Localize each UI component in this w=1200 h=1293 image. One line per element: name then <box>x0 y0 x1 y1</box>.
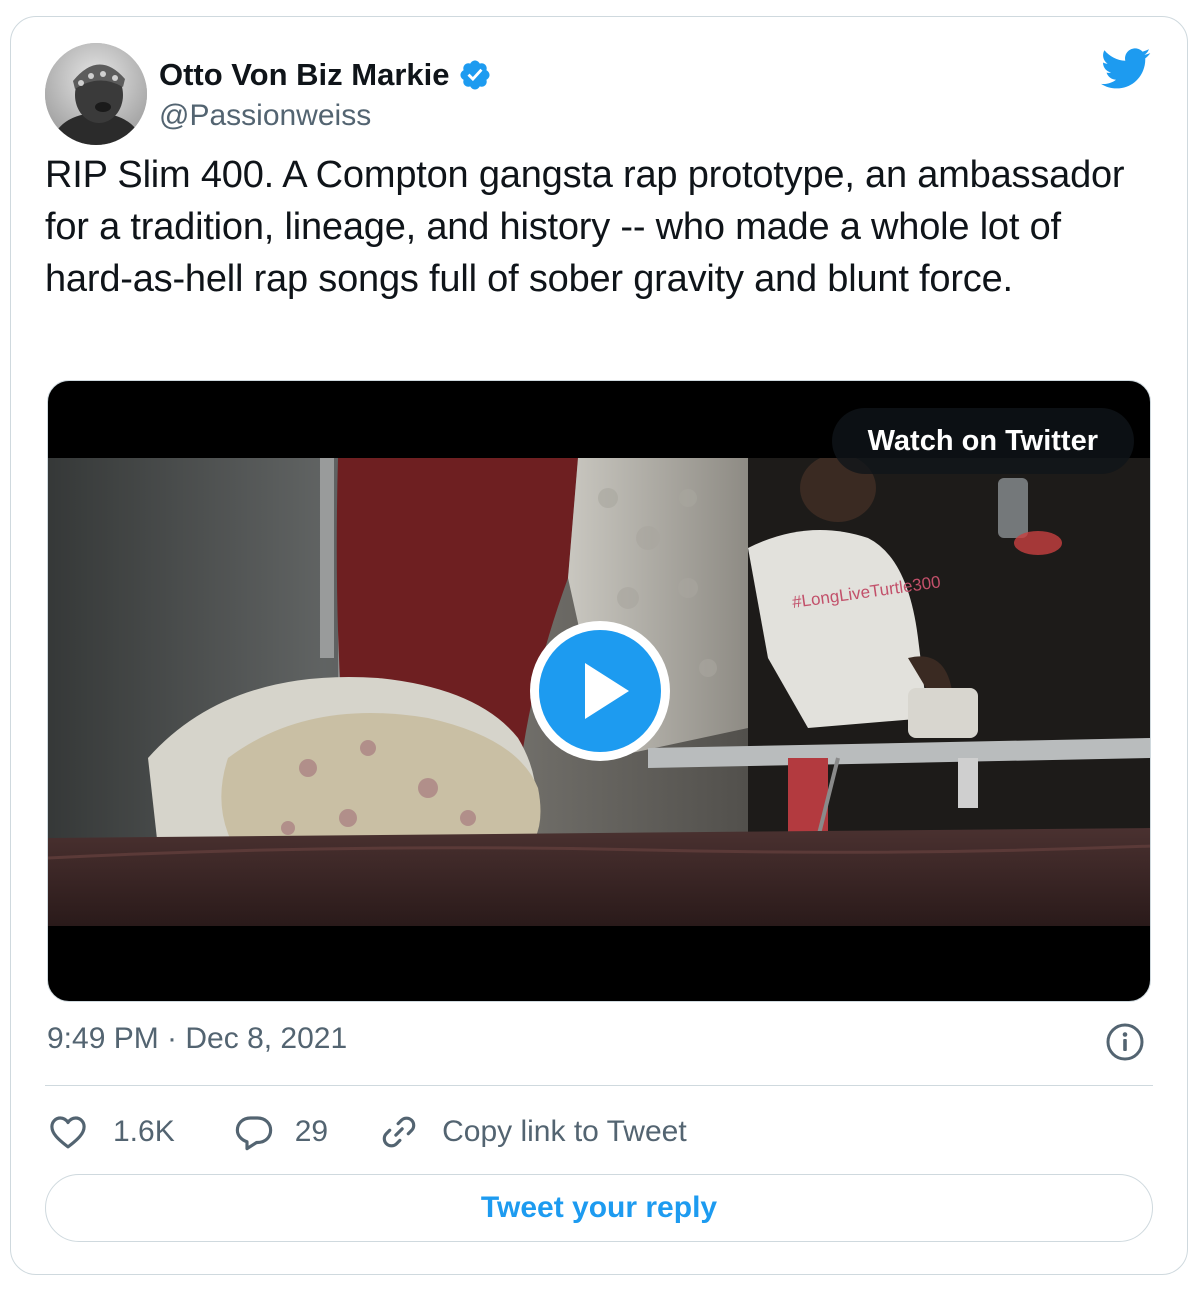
info-icon[interactable] <box>1105 1022 1145 1062</box>
reply-count: 29 <box>294 1115 329 1148</box>
video-player[interactable]: #LongLiveTurtle300 Watch on Twitter <box>47 380 1151 1002</box>
watch-on-twitter-button[interactable]: Watch on Twitter <box>831 408 1134 474</box>
avatar[interactable] <box>45 43 147 145</box>
like-button[interactable]: 1.6K <box>47 1111 175 1153</box>
verified-badge-icon <box>458 58 492 92</box>
reply-button[interactable]: 29 <box>233 1111 328 1153</box>
author-name-row: Otto Von Biz Markie <box>159 55 492 95</box>
author-display-name[interactable]: Otto Von Biz Markie <box>159 57 450 93</box>
like-count: 1.6K <box>113 1115 175 1148</box>
copy-link-button[interactable]: Copy link to Tweet <box>378 1111 687 1153</box>
avatar-photo <box>45 43 147 145</box>
author-handle[interactable]: @Passionweiss <box>159 99 371 133</box>
tweet-your-reply-button[interactable]: Tweet your reply <box>45 1174 1153 1242</box>
divider <box>45 1085 1153 1086</box>
tweet-timestamp[interactable]: 9:49 PM · Dec 8, 2021 <box>47 1022 347 1056</box>
tweet-text: RIP Slim 400. A Compton gangsta rap prot… <box>45 154 1125 300</box>
tweet-card: Otto Von Biz Markie @Passionweiss RIP Sl… <box>10 16 1188 1275</box>
tweet-actions: 1.6K 29 Copy link to Tweet <box>47 1107 687 1157</box>
play-icon[interactable] <box>527 618 673 764</box>
heart-icon <box>47 1111 89 1153</box>
copy-link-label: Copy link to Tweet <box>442 1115 687 1148</box>
twitter-bird-icon[interactable] <box>1101 47 1151 91</box>
reply-bubble-icon <box>233 1111 275 1153</box>
link-icon <box>378 1111 420 1153</box>
